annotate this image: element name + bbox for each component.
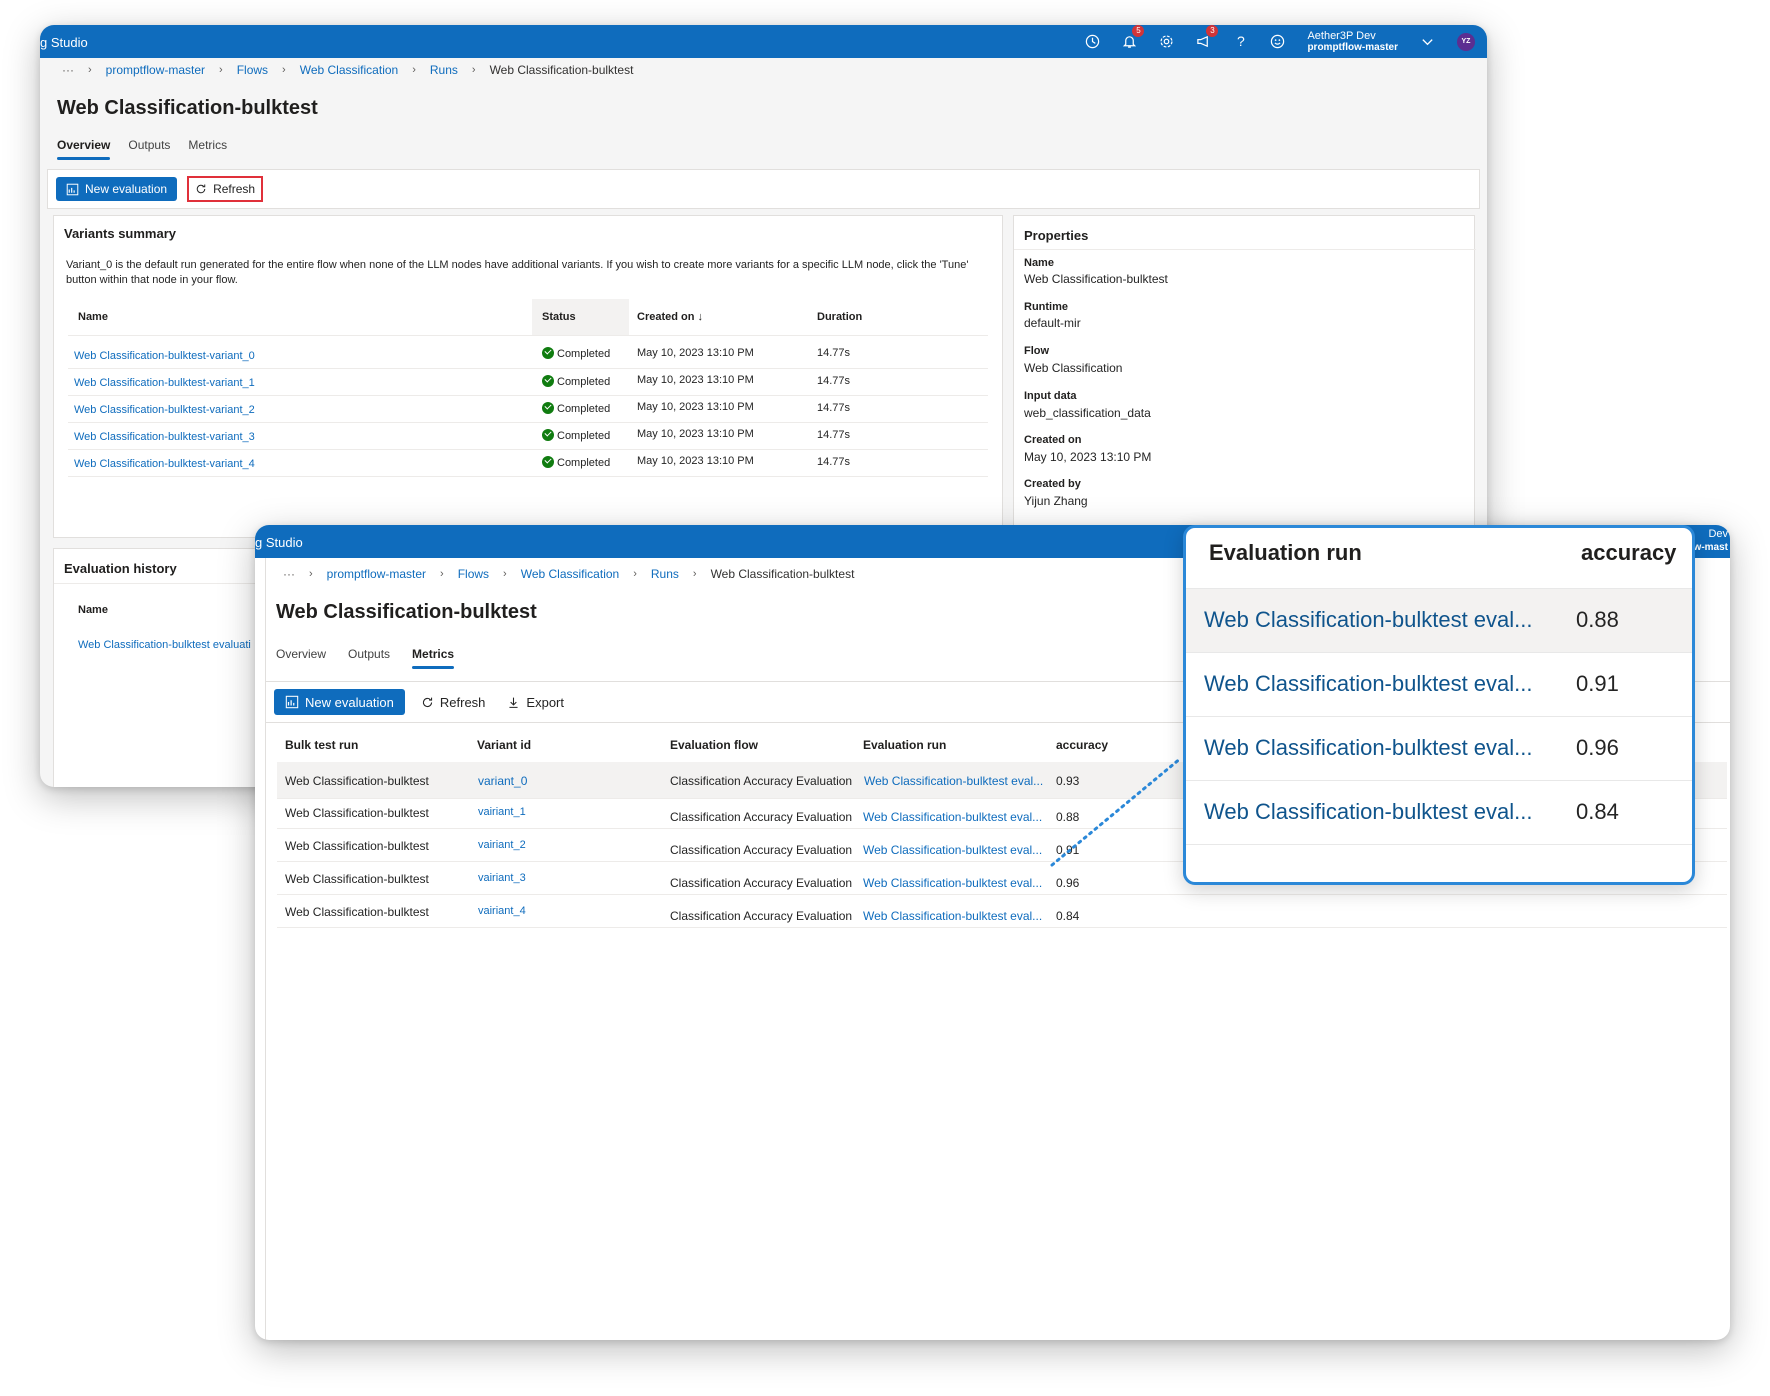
callout-row: Web Classification-bulktest eval... 0.96 xyxy=(1186,717,1692,781)
callout-row: Web Classification-bulktest eval... 0.84 xyxy=(1186,781,1692,845)
callout-row-eval-run[interactable]: Web Classification-bulktest eval... xyxy=(1204,671,1533,697)
callout-row-accuracy: 0.88 xyxy=(1576,607,1619,632)
callout-row-accuracy: 0.96 xyxy=(1576,735,1619,760)
callout-col-accuracy: accuracy xyxy=(1581,540,1677,565)
callout-row-eval-run[interactable]: Web Classification-bulktest eval... xyxy=(1204,607,1533,633)
callout-row: Web Classification-bulktest eval... 0.88 xyxy=(1186,589,1692,653)
zoom-callout: Evaluation run accuracy Web Classificati… xyxy=(1183,525,1695,885)
callout-row-eval-run[interactable]: Web Classification-bulktest eval... xyxy=(1204,735,1533,761)
callout-col-evaluation-run: Evaluation run xyxy=(1209,540,1362,565)
callout-row-accuracy: 0.84 xyxy=(1576,799,1619,824)
callout-row-accuracy: 0.91 xyxy=(1576,671,1619,696)
callout-row: Web Classification-bulktest eval... 0.91 xyxy=(1186,653,1692,717)
callout-row-eval-run[interactable]: Web Classification-bulktest eval... xyxy=(1204,799,1533,825)
